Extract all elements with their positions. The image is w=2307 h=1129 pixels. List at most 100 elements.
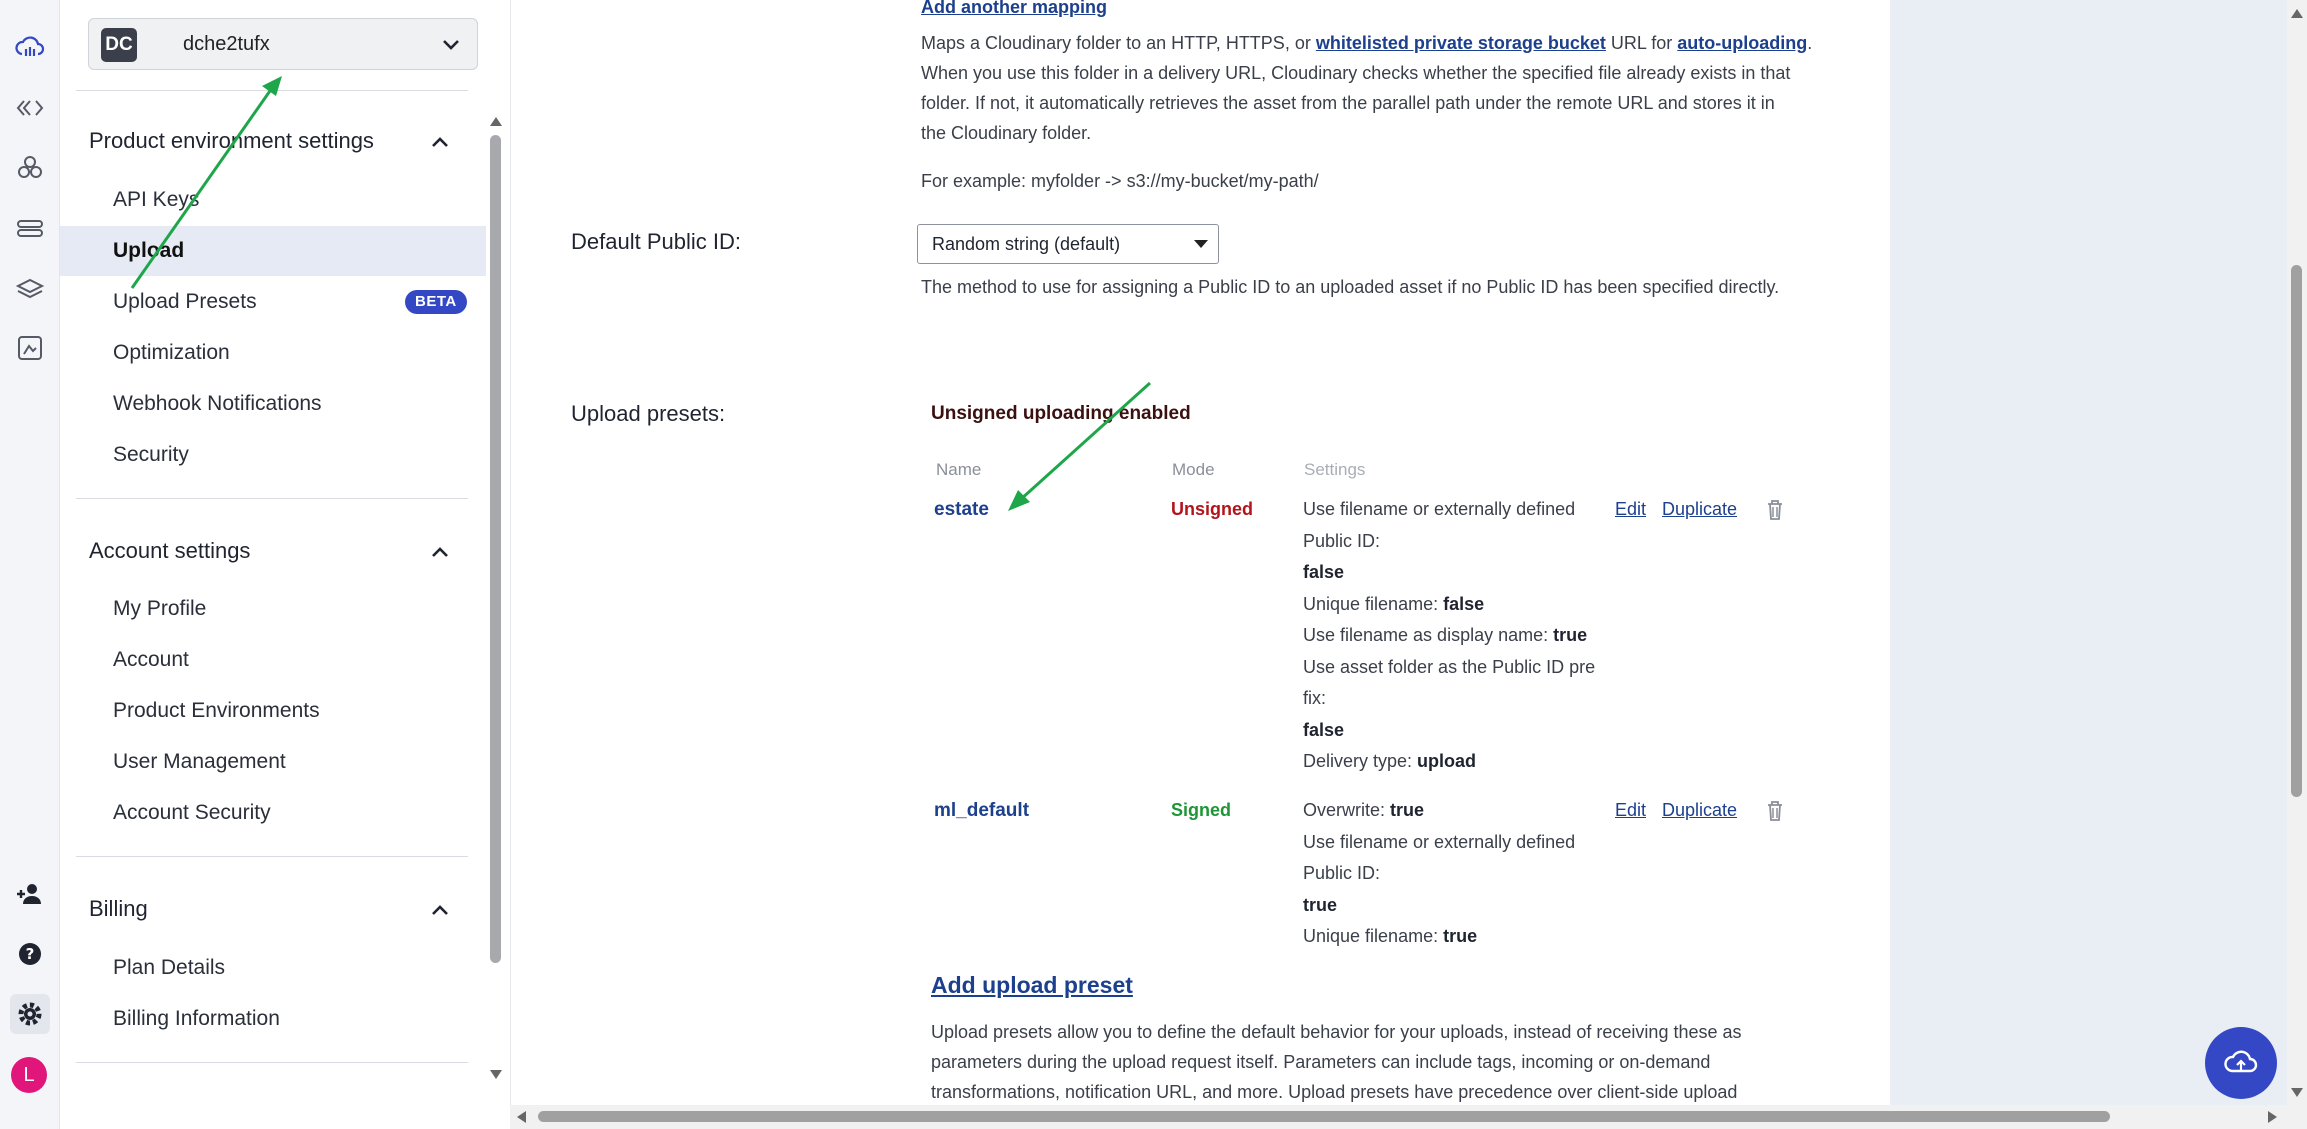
section-billing[interactable]: Billing [89,896,148,922]
unsigned-status: Unsigned uploading enabled [931,403,1191,424]
section-account-settings[interactable]: Account settings [89,538,250,564]
setting-value: false [1303,562,1345,582]
setting-key: Overwrite: [1303,800,1391,820]
preset-name-estate[interactable]: estate [934,499,989,521]
chevron-up-icon[interactable] [428,540,452,564]
mapping-description-line3: folder. If not, it automatically retriev… [921,93,1775,113]
duplicate-preset-link[interactable]: Duplicate [1662,499,1737,520]
sidebar-scrollbar[interactable] [490,135,501,963]
scroll-up-icon[interactable] [2289,6,2305,20]
vertical-scroll-thumb[interactable] [2291,265,2302,797]
sidebar-item-product-environments[interactable]: Product Environments [60,686,486,736]
column-header-name: Name [936,460,982,479]
whitelisted-bucket-link[interactable]: whitelisted private storage bucket [1316,33,1606,53]
auto-uploading-link[interactable]: auto-uploading [1677,33,1807,53]
preset-settings: Use filename or externally defined Public… [1303,494,1603,778]
scroll-right-icon[interactable] [2266,1109,2280,1125]
setting-key: Public ID: [1303,863,1381,883]
add-another-mapping-link[interactable]: Add another mapping [921,0,1107,22]
setting-line: Use asset folder as the Public ID pre [1303,652,1603,684]
edit-preset-link[interactable]: Edit [1615,800,1646,821]
chevron-up-icon[interactable] [428,898,452,922]
default-public-id-select[interactable]: Random string (default) [917,224,1219,264]
help-icon[interactable]: ? [10,934,50,974]
setting-key: fix: [1303,688,1327,708]
beta-badge: BETA [405,290,467,314]
cloudinary-logo-icon[interactable] [10,28,50,68]
layers-icon[interactable] [10,268,50,308]
column-header-mode: Mode [1172,460,1215,479]
column-header-settings: Settings [1304,460,1366,479]
setting-value: true [1553,625,1588,645]
divider [76,1062,468,1063]
scroll-left-icon[interactable] [514,1109,528,1125]
scroll-down-icon[interactable] [2289,1086,2305,1100]
duplicate-preset-link[interactable]: Duplicate [1662,800,1737,821]
sidebar-item-optimization[interactable]: Optimization [60,328,486,378]
setting-line: Public ID: [1303,858,1603,890]
preset-settings: Overwrite: true Use filename or externall… [1303,795,1603,953]
setting-key: Use asset folder as the Public ID pre [1303,656,1596,677]
cloudinary-help-button[interactable] [2205,1027,2277,1099]
presets-description-line3: transformations, notification URL, and m… [931,1082,1738,1102]
setting-line: Unique filename: false [1303,589,1603,621]
sidebar-item-webhook-notifications[interactable]: Webhook Notifications [60,379,486,429]
setting-line: Overwrite: true [1303,795,1603,827]
setting-key: Unique filename: [1303,593,1444,614]
scroll-down-icon[interactable] [488,1068,504,1082]
scroll-up-icon[interactable] [488,114,504,128]
assets-icon[interactable] [10,148,50,188]
setting-line: false [1303,715,1603,747]
setting-key: Use filename or externally defined [1303,499,1576,519]
environment-badge: DC [101,28,137,62]
setting-key: Use filename as display name: [1303,625,1554,645]
sidebar-item-api-keys[interactable]: API Keys [60,175,486,225]
preset-mode: Unsigned [1171,499,1254,519]
setting-value: false [1303,719,1345,740]
select-value: Random string (default) [932,234,1121,254]
setting-line: Use filename as display name: true [1303,620,1603,652]
edit-preset-link[interactable]: Edit [1615,499,1646,520]
sidebar-item-security[interactable]: Security [60,430,486,480]
sidebar-item-upload-presets[interactable]: Upload Presets BETA [60,277,486,327]
section-product-settings[interactable]: Product environment settings [89,128,374,154]
sidebar-item-user-management[interactable]: User Management [60,737,486,787]
add-upload-preset-link[interactable]: Add upload preset [931,972,1133,999]
sidebar-item-upload[interactable]: Upload [60,226,486,276]
environment-name: dche2tufx [183,33,270,55]
pipeline-icon[interactable] [10,208,50,248]
chevron-down-icon [443,40,459,50]
setting-value: true [1390,800,1425,820]
avatar[interactable]: L [11,1057,47,1093]
setting-line: fix: [1303,683,1603,715]
invite-user-icon[interactable] [10,874,50,914]
setting-line: Use filename or externally defined [1303,827,1603,859]
trash-icon[interactable] [1765,499,1785,521]
sidebar-item-account[interactable]: Account [60,635,486,685]
settings-icon[interactable] [10,994,50,1034]
preset-name-ml-default[interactable]: ml_default [934,800,1029,822]
mapping-description-line1: Maps a Cloudinary folder to an HTTP, HTT… [921,28,1812,58]
setting-line: Delivery type: upload [1303,746,1603,778]
sidebar-item-plan-details[interactable]: Plan Details [60,943,486,993]
mapping-example: For example: myfolder -> s3://my-bucket/… [921,171,1319,191]
setting-line: false [1303,557,1603,589]
sidebar-item-my-profile[interactable]: My Profile [60,584,486,634]
sidebar-item-billing-information[interactable]: Billing Information [60,994,486,1044]
setting-key: Public ID: [1303,530,1381,551]
media-flow-icon[interactable] [10,328,50,368]
right-panel-background [1890,0,2287,1105]
sidebar-item-account-security[interactable]: Account Security [60,788,486,838]
setting-value: true [1443,926,1478,946]
chevron-up-icon[interactable] [428,130,452,154]
setting-key: Use filename or externally defined [1303,831,1576,852]
sidebar-item-label: Upload Presets [113,290,257,313]
code-icon[interactable] [10,88,50,128]
horizontal-scroll-thumb[interactable] [538,1111,2110,1122]
default-public-id-label: Default Public ID: [571,229,741,254]
cloud-upload-icon [2224,1050,2258,1073]
trash-icon[interactable] [1765,800,1785,822]
icon-rail: ? L [0,0,60,1129]
environment-selector[interactable]: DC dche2tufx [88,18,478,70]
settings-sidebar: DC dche2tufx Product environment setting… [60,0,490,1129]
